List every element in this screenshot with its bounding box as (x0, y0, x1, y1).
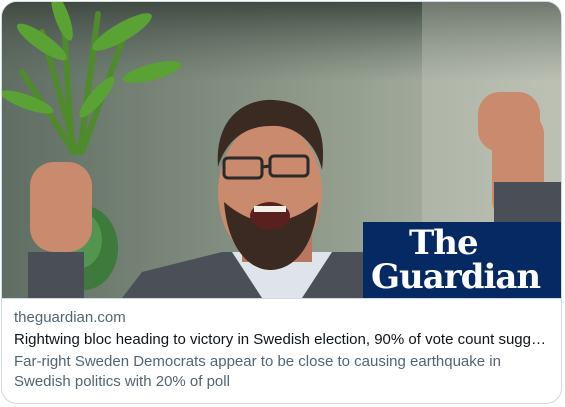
card-divider (2, 298, 561, 299)
link-preview-card[interactable]: The Guardian theguardian.com Rightwing b… (1, 1, 562, 404)
link-title[interactable]: Rightwing bloc heading to victory in Swe… (14, 330, 552, 350)
guardian-logo: The Guardian (363, 222, 561, 298)
preview-image[interactable]: The Guardian (2, 2, 561, 298)
card-text[interactable]: theguardian.com Rightwing bloc heading t… (14, 308, 552, 392)
logo-line-guardian: Guardian (371, 257, 541, 297)
logo-line-the: The (409, 223, 479, 263)
link-domain: theguardian.com (14, 309, 126, 326)
link-description: Far-right Sweden Democrats appear to be … (14, 353, 501, 390)
